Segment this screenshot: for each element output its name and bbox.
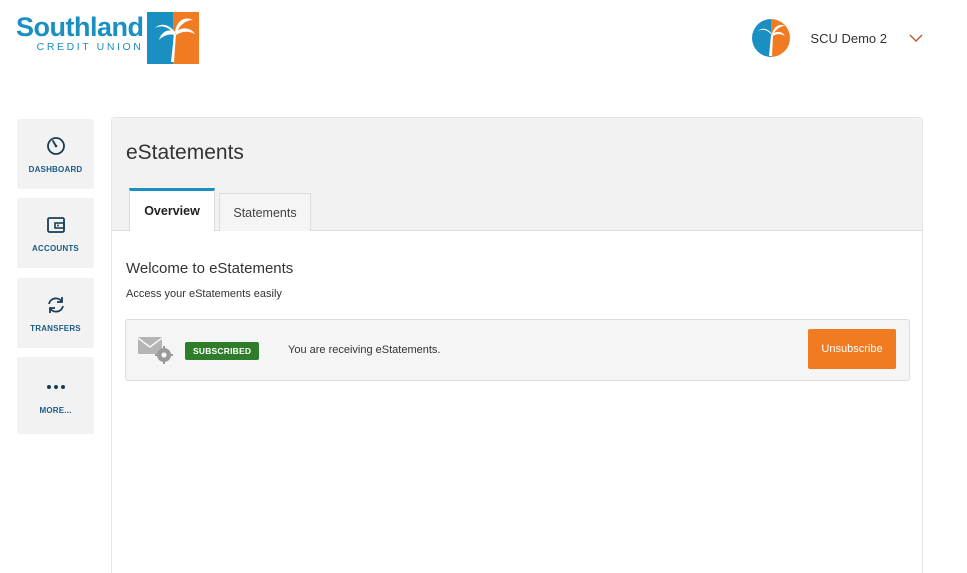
estatements-panel: eStatements Overview Statements Welcome …	[111, 117, 923, 573]
avatar	[752, 19, 791, 57]
user-menu[interactable]: SCU Demo 2	[752, 18, 923, 58]
welcome-heading: Welcome to eStatements	[126, 260, 294, 277]
avatar-palm-icon	[752, 19, 791, 57]
chevron-down-icon[interactable]	[909, 31, 923, 45]
unsubscribe-button[interactable]: Unsubscribe	[808, 329, 896, 369]
sidebar-item-label: DASHBOARD	[28, 164, 83, 174]
brand-logo[interactable]: Southland CREDIT UNION	[16, 12, 206, 66]
sidebar-item-label: TRANSFERS	[30, 323, 81, 333]
tab-overview[interactable]: Overview	[129, 188, 215, 231]
subscription-message: You are receiving eStatements.	[288, 344, 441, 356]
transfer-arrows-icon	[47, 296, 64, 313]
welcome-subtitle: Access your eStatements easily	[126, 288, 282, 300]
logo-name: Southland	[16, 12, 144, 42]
wallet-icon	[46, 216, 65, 233]
gauge-icon	[46, 136, 65, 155]
mail-settings-icon	[137, 337, 173, 364]
panel-header: eStatements Overview Statements	[112, 118, 922, 231]
user-name: SCU Demo 2	[810, 30, 887, 46]
more-dots-icon	[46, 385, 65, 389]
sidebar-item-label: MORE...	[39, 406, 72, 415]
status-badge: SUBSCRIBED	[185, 342, 260, 360]
sidebar-item-accounts[interactable]: ACCOUNTS	[17, 198, 94, 268]
sidebar-item-dashboard[interactable]: DASHBOARD	[17, 119, 94, 189]
page-title: eStatements	[126, 141, 244, 164]
sidebar-item-more[interactable]: MORE...	[17, 357, 94, 434]
subscription-status-box: SUBSCRIBED You are receiving eStatements…	[125, 319, 910, 381]
sidebar-item-transfers[interactable]: TRANSFERS	[17, 278, 94, 348]
tab-statements[interactable]: Statements	[219, 193, 311, 231]
palm-tree-logo-icon	[147, 12, 200, 64]
logo-text: Southland CREDIT UNION	[16, 12, 144, 53]
logo-subtitle: CREDIT UNION	[36, 41, 144, 53]
sidebar-item-label: ACCOUNTS	[32, 243, 79, 253]
